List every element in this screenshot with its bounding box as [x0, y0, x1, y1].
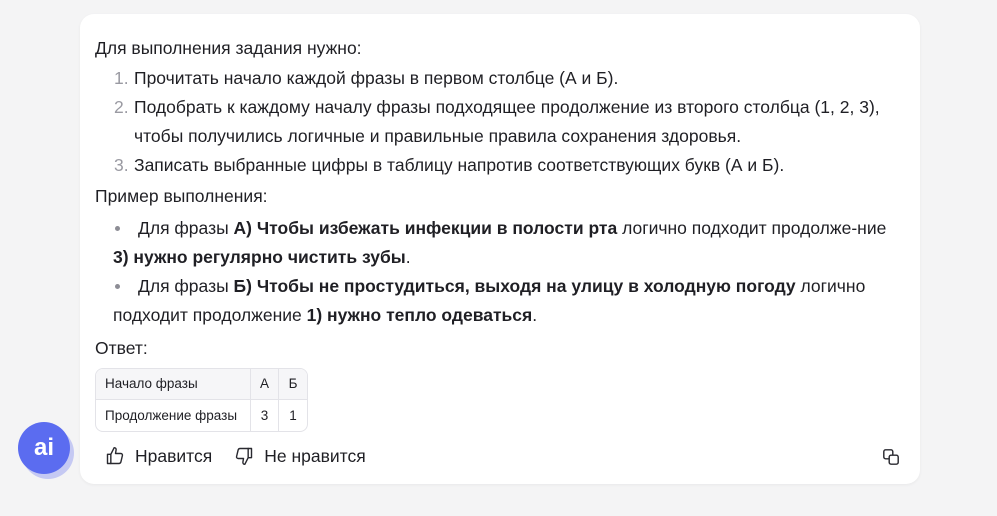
step-number: 3.: [114, 155, 129, 175]
thumbs-down-icon: [236, 447, 253, 466]
thumbs-up-icon: [106, 446, 124, 465]
example-phrase: Б) Чтобы не простудиться, выходя на улиц…: [233, 276, 796, 296]
table-row: Продолжение фразы 3 1: [96, 400, 307, 431]
steps-list: 1. Прочитать начало каждой фразы в первом…: [95, 64, 895, 180]
example-continuation: 3) нужно регулярно чистить зубы: [113, 247, 406, 267]
list-item: Для фразы Б) Чтобы не простудиться, выхо…: [95, 272, 895, 330]
example-prefix: Для фразы: [138, 276, 234, 296]
assistant-message-card: Для выполнения задания нужно: 1. Прочитат…: [80, 14, 920, 484]
step-text: Записать выбранные цифры в таблицу напро…: [134, 155, 785, 175]
ai-avatar[interactable]: ai: [18, 422, 70, 474]
table-cell: Б: [279, 369, 307, 400]
message-actions: Нравится Не нравится: [105, 440, 366, 472]
chat-page: Для выполнения задания нужно: 1. Прочитат…: [0, 0, 997, 516]
message-content: Для выполнения задания нужно: 1. Прочитат…: [95, 34, 895, 432]
example-prefix: Для фразы: [138, 218, 234, 238]
table-cell: Продолжение фразы: [96, 400, 251, 431]
table-row: Начало фразы А Б: [96, 369, 307, 400]
list-item: 2. Подобрать к каждому началу фразы подхо…: [95, 93, 895, 151]
list-item: Для фразы А) Чтобы избежать инфекции в п…: [95, 214, 895, 272]
list-item: 3. Записать выбранные цифры в таблицу нап…: [95, 151, 895, 180]
copy-icon[interactable]: [882, 448, 900, 466]
example-middle: логично подходит продолже-ние: [617, 218, 887, 238]
list-item: 1. Прочитать начало каждой фразы в первом…: [95, 64, 895, 93]
intro-text: Для выполнения задания нужно:: [95, 38, 362, 58]
table-cell: А: [251, 369, 279, 400]
table-cell: 1: [289, 407, 297, 423]
example-label: Пример выполнения:: [95, 186, 268, 206]
example-suffix: .: [405, 247, 411, 267]
table-cell: 3: [251, 400, 279, 431]
dislike-label: Не нравится: [264, 445, 366, 466]
step-text: Подобрать к каждому началу фразы подходя…: [134, 97, 880, 146]
step-number: 1.: [114, 68, 129, 88]
answer-table: Начало фразы А Б Продолжение фразы 3 1: [95, 368, 308, 432]
ai-label: ai: [33, 434, 54, 461]
bullet-icon: [115, 284, 120, 289]
example-continuation: 1) нужно тепло одеваться: [306, 305, 533, 325]
example-phrase: А) Чтобы избежать инфекции в полости рта: [233, 218, 618, 238]
examples-list: Для фразы А) Чтобы избежать инфекции в п…: [95, 214, 895, 330]
like-button[interactable]: Нравится: [105, 446, 212, 467]
bullet-icon: [115, 226, 120, 231]
table-cell: Начало фразы: [96, 369, 251, 400]
example-suffix: .: [532, 305, 538, 325]
answer-label: Ответ:: [95, 338, 148, 358]
step-number: 2.: [114, 97, 129, 117]
step-text: Прочитать начало каждой фразы в первом с…: [134, 68, 619, 88]
dislike-button[interactable]: Не нравится: [234, 445, 366, 467]
like-label: Нравится: [135, 445, 213, 466]
